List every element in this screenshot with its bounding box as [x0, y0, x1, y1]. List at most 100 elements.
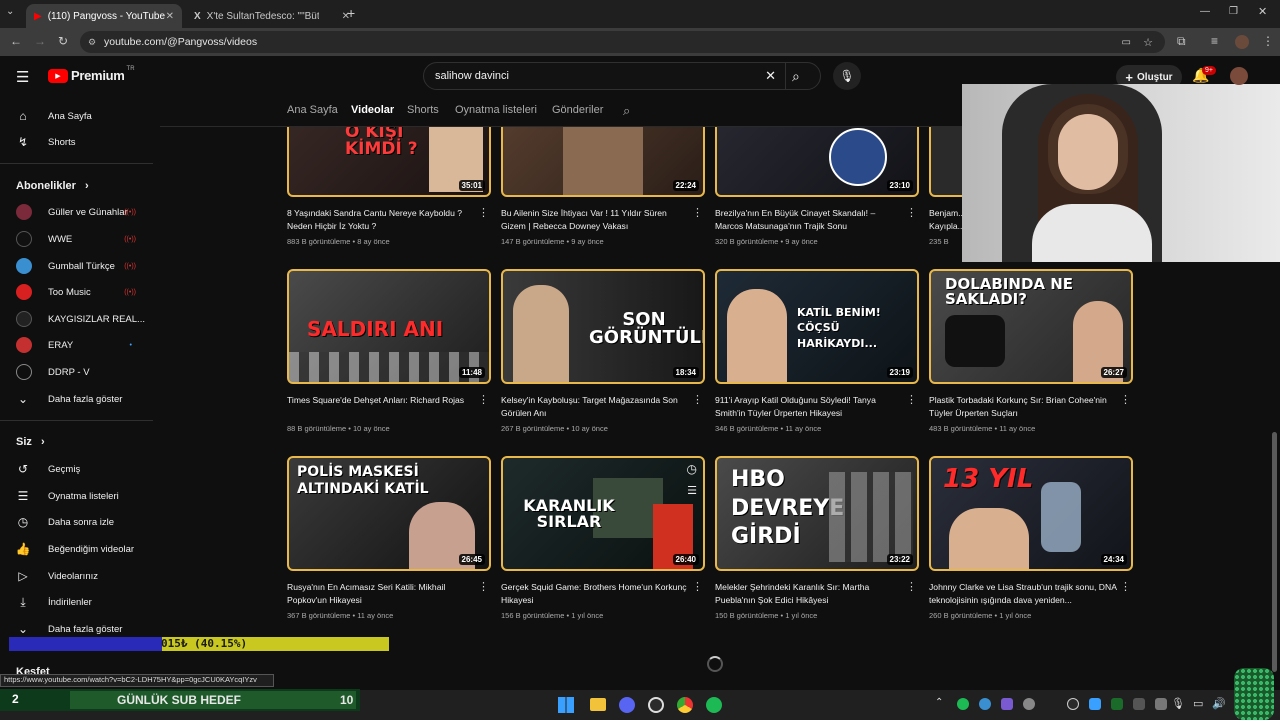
more-options-icon[interactable]: ⋮: [906, 206, 917, 219]
scrollbar-thumb[interactable]: [1272, 432, 1277, 672]
video-card[interactable]: SON GÖRÜNTÜLERI 18:34 Kelsey'in Kayboluş…: [501, 269, 705, 433]
video-title[interactable]: 911'i Arayıp Katil Olduğunu Söyledi! Tan…: [715, 394, 919, 420]
video-title[interactable]: Rusya'nın En Acımasız Seri Katili: Mikha…: [287, 581, 491, 607]
video-card[interactable]: HBO DEVREYE GİRDİ 23:22 Melekler Şehrind…: [715, 456, 919, 620]
more-options-icon[interactable]: ⋮: [906, 580, 917, 593]
video-thumbnail[interactable]: O KİŞİ KİMDİ ? 35:01: [287, 127, 491, 197]
discord-icon[interactable]: [619, 697, 635, 713]
tray-app-icon[interactable]: [1023, 698, 1035, 710]
video-title[interactable]: Gerçek Squid Game: Brothers Home'un Kork…: [501, 581, 705, 607]
url-field[interactable]: ⚙ youtube.com/@Pangvoss/videos ▭ ☆: [80, 31, 1165, 53]
voice-search-icon[interactable]: 🎙: [833, 62, 861, 90]
hamburger-menu-icon[interactable]: ☰: [16, 68, 29, 86]
browser-menu-icon[interactable]: ⋮: [1262, 34, 1274, 48]
account-avatar[interactable]: [1230, 67, 1248, 85]
tray-app-icon[interactable]: [957, 698, 969, 710]
clear-search-icon[interactable]: ✕: [765, 68, 776, 84]
loading-spinner-icon: [707, 656, 723, 672]
tray-app-icon[interactable]: [1155, 698, 1167, 710]
youtube-logo[interactable]: ▶ Premium TR: [48, 66, 135, 83]
chrome-icon[interactable]: [677, 697, 693, 713]
tray-app-icon[interactable]: [1089, 698, 1101, 710]
video-card[interactable]: 23:10 Brezilya'nın En Büyük Cinayet Skan…: [715, 127, 919, 246]
window-close-icon[interactable]: ✕: [1258, 5, 1267, 18]
reload-icon[interactable]: ↻: [58, 34, 68, 48]
video-card[interactable]: KARANLIK SIRLAR ◷ ☰ 26:40 Gerçek Squid G…: [501, 456, 705, 620]
media-control-icon[interactable]: ≡: [1211, 34, 1218, 48]
video-title[interactable]: Kelsey'in Kayboluşu: Target Mağazasında …: [501, 394, 705, 420]
video-thumbnail[interactable]: KATİL BENİM! CÖÇSÜ HARİKAYDI... 23:19: [715, 269, 919, 384]
volume-icon[interactable]: 🔊: [1212, 697, 1226, 710]
video-thumbnail[interactable]: SALDIRI ANI 11:48: [287, 269, 491, 384]
tab-shorts[interactable]: Shorts: [407, 104, 439, 116]
file-explorer-icon[interactable]: [590, 698, 606, 711]
video-thumbnail[interactable]: 13 YIL 24:34: [929, 456, 1133, 571]
more-options-icon[interactable]: ⋮: [1120, 580, 1131, 593]
close-icon[interactable]: ✕: [166, 11, 174, 22]
more-options-icon[interactable]: ⋮: [478, 206, 489, 219]
tab-list-icon[interactable]: ⌄: [6, 6, 14, 17]
new-tab-icon[interactable]: +: [347, 5, 355, 21]
video-title[interactable]: 8 Yaşındaki Sandra Cantu Nereye Kayboldu…: [287, 207, 491, 233]
video-title[interactable]: Melekler Şehrindeki Karanlık Sır: Martha…: [715, 581, 919, 607]
more-options-icon[interactable]: ⋮: [906, 393, 917, 406]
more-options-icon[interactable]: ⋮: [692, 206, 703, 219]
site-info-icon[interactable]: ⚙: [88, 37, 96, 48]
search-input[interactable]: salihow davinci ✕: [423, 62, 821, 90]
more-options-icon[interactable]: ⋮: [1120, 393, 1131, 406]
video-card[interactable]: SALDIRI ANI 11:48 Times Square'de Dehşet…: [287, 269, 491, 433]
video-title[interactable]: Bu Ailenin Size İhtiyacı Var ! 11 Yıldır…: [501, 207, 705, 233]
tab-youtube[interactable]: ▶ (110) Pangvoss - YouTube ✕: [26, 4, 182, 28]
tab-home[interactable]: Ana Sayfa: [287, 104, 338, 116]
tray-app-icon[interactable]: [1133, 698, 1145, 710]
video-thumbnail[interactable]: POLİS MASKESİ ALTINDAKİ KATİL 26:45: [287, 456, 491, 571]
tray-app-icon[interactable]: [1111, 698, 1123, 710]
video-thumbnail[interactable]: DOLABINDA NE SAKLADI? 26:27: [929, 269, 1133, 384]
windows-start-icon[interactable]: [558, 697, 574, 713]
back-icon[interactable]: ←: [10, 34, 22, 48]
forward-icon[interactable]: →: [34, 34, 46, 48]
channel-search-icon[interactable]: ⌕: [623, 103, 630, 119]
tab-posts[interactable]: Gönderiler: [552, 104, 603, 116]
video-thumbnail[interactable]: 23:10: [715, 127, 919, 197]
tab-playlists[interactable]: Oynatma listeleri: [455, 104, 537, 116]
video-card[interactable]: KATİL BENİM! CÖÇSÜ HARİKAYDI... 23:19 91…: [715, 269, 919, 433]
tab-videos[interactable]: Videolar: [351, 104, 394, 116]
more-options-icon[interactable]: ⋮: [692, 393, 703, 406]
tray-app-icon[interactable]: [1067, 698, 1079, 710]
sidebar-item-home[interactable]: ⌂ Ana Sayfa: [14, 105, 152, 127]
search-icon[interactable]: ⌕: [792, 68, 800, 85]
bookmark-star-icon[interactable]: ☆: [1143, 36, 1153, 49]
video-thumbnail[interactable]: SON GÖRÜNTÜLERI 18:34: [501, 269, 705, 384]
video-card[interactable]: O KİŞİ KİMDİ ? 35:01 8 Yaşındaki Sandra …: [287, 127, 491, 246]
video-title[interactable]: Plastik Torbadaki Korkunç Sır: Brian Coh…: [929, 394, 1133, 420]
restore-icon[interactable]: ❐: [1229, 6, 1238, 17]
video-title[interactable]: Johnny Clarke ve Lisa Straub'un trajik s…: [929, 581, 1133, 607]
tray-app-icon[interactable]: [979, 698, 991, 710]
tray-app-icon[interactable]: [1001, 698, 1013, 710]
video-thumbnail[interactable]: 22:24: [501, 127, 705, 197]
video-card[interactable]: DOLABINDA NE SAKLADI? 26:27 Plastik Torb…: [929, 269, 1133, 433]
cast-icon[interactable]: ▭: [1122, 37, 1131, 48]
video-thumbnail[interactable]: HBO DEVREYE GİRDİ 23:22: [715, 456, 919, 571]
add-to-queue-icon[interactable]: ☰: [687, 484, 697, 497]
spotify-icon[interactable]: [706, 697, 722, 713]
video-title[interactable]: Brezilya'nın En Büyük Cinayet Skandalı! …: [715, 207, 919, 233]
profile-avatar[interactable]: [1235, 35, 1249, 49]
obs-icon[interactable]: [648, 697, 664, 713]
network-icon[interactable]: ▭: [1193, 697, 1203, 710]
extensions-icon[interactable]: ⧉: [1177, 34, 1186, 49]
more-options-icon[interactable]: ⋮: [478, 580, 489, 593]
more-options-icon[interactable]: ⋮: [692, 580, 703, 593]
video-thumbnail[interactable]: KARANLIK SIRLAR ◷ ☰ 26:40: [501, 456, 705, 571]
video-title[interactable]: Times Square'de Dehşet Anları: Richard R…: [287, 394, 491, 420]
video-card[interactable]: 13 YIL 24:34 Johnny Clarke ve Lisa Strau…: [929, 456, 1133, 620]
more-options-icon[interactable]: ⋮: [478, 393, 489, 406]
tray-overflow-icon[interactable]: ⌃: [935, 697, 943, 708]
video-card[interactable]: 22:24 Bu Ailenin Size İhtiyacı Var ! 11 …: [501, 127, 705, 246]
watch-later-icon[interactable]: ◷: [687, 462, 697, 476]
video-card[interactable]: POLİS MASKESİ ALTINDAKİ KATİL 26:45 Rusy…: [287, 456, 491, 620]
tab-x[interactable]: X X'te SultanTedesco: ""Bütün Fe... ✕: [186, 4, 358, 28]
minimize-icon[interactable]: —: [1200, 6, 1210, 17]
microphone-icon[interactable]: 🎙: [1171, 697, 1185, 710]
